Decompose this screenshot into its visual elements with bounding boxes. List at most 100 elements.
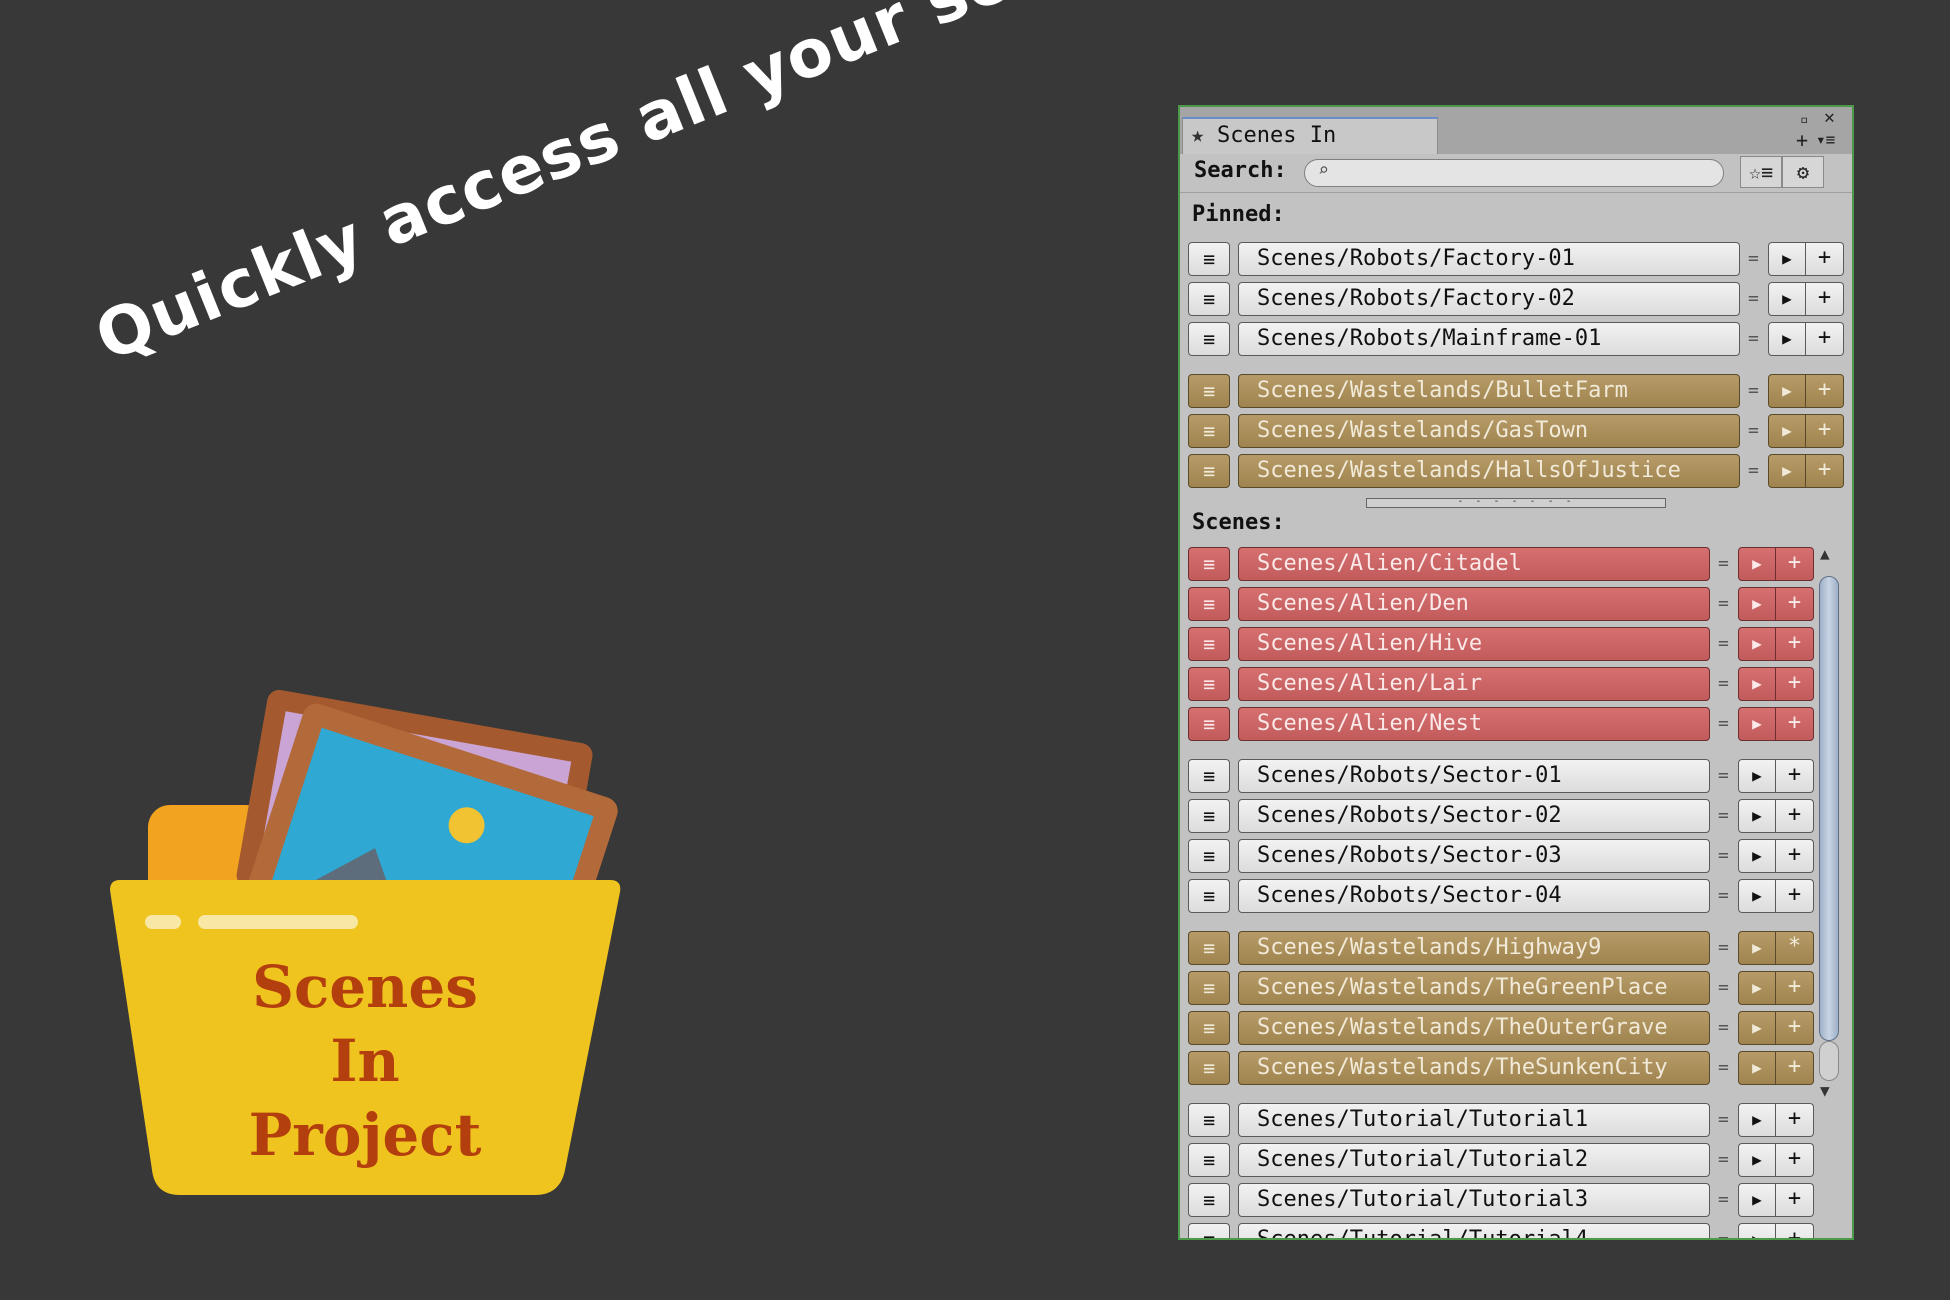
drag-handle-icon[interactable]: =	[1718, 553, 1729, 574]
drag-handle-icon[interactable]: =	[1718, 673, 1729, 694]
add-scene-button[interactable]: +	[1806, 242, 1844, 276]
scene-name-button[interactable]: Scenes/Robots/Factory-02	[1238, 282, 1740, 316]
scene-name-button[interactable]: Scenes/Robots/Sector-02	[1238, 799, 1710, 833]
play-scene-button[interactable]: ▶	[1738, 707, 1776, 741]
scene-menu-button[interactable]: ≡	[1188, 627, 1230, 661]
drag-handle-icon[interactable]: =	[1718, 633, 1729, 654]
close-icon[interactable]: ✕	[1824, 109, 1835, 127]
play-scene-button[interactable]: ▶	[1738, 971, 1776, 1005]
scene-name-button[interactable]: Scenes/Wastelands/TheSunkenCity	[1238, 1051, 1710, 1085]
scene-name-button[interactable]: Scenes/Alien/Citadel	[1238, 547, 1710, 581]
add-scene-button[interactable]: +	[1776, 587, 1814, 621]
drag-handle-icon[interactable]: =	[1718, 713, 1729, 734]
add-scene-button[interactable]: +	[1776, 627, 1814, 661]
window-tab[interactable]: ★ Scenes In Project	[1182, 117, 1438, 181]
scene-name-button[interactable]: Scenes/Wastelands/Highway9	[1238, 931, 1710, 965]
scene-name-button[interactable]: Scenes/Robots/Mainframe-01	[1238, 322, 1740, 356]
scene-name-button[interactable]: Scenes/Wastelands/GasTown	[1238, 414, 1740, 448]
play-scene-button[interactable]: ▶	[1768, 374, 1806, 408]
scene-menu-button[interactable]: ≡	[1188, 242, 1230, 276]
play-scene-button[interactable]: ▶	[1738, 839, 1776, 873]
scene-menu-button[interactable]: ≡	[1188, 282, 1230, 316]
play-scene-button[interactable]: ▶	[1738, 799, 1776, 833]
drag-handle-icon[interactable]: =	[1748, 460, 1759, 481]
scene-name-button[interactable]: Scenes/Robots/Factory-01	[1238, 242, 1740, 276]
scene-menu-button[interactable]: ≡	[1188, 799, 1230, 833]
add-scene-button[interactable]: +	[1776, 839, 1814, 873]
add-scene-button[interactable]: +	[1776, 707, 1814, 741]
play-scene-button[interactable]: ▶	[1738, 667, 1776, 701]
scene-name-button[interactable]: Scenes/Wastelands/TheGreenPlace	[1238, 971, 1710, 1005]
search-input[interactable]	[1304, 159, 1724, 187]
add-scene-button[interactable]: +	[1776, 667, 1814, 701]
play-scene-button[interactable]: ▶	[1768, 242, 1806, 276]
window-menu-icon[interactable]: ▾≡	[1816, 131, 1835, 149]
scene-menu-button[interactable]: ≡	[1188, 931, 1230, 965]
play-scene-button[interactable]: ▶	[1738, 879, 1776, 913]
drag-handle-icon[interactable]: =	[1718, 805, 1729, 826]
drag-handle-icon[interactable]: =	[1718, 937, 1729, 958]
scene-menu-button[interactable]: ≡	[1188, 707, 1230, 741]
maximize-icon[interactable]: ▫	[1800, 111, 1808, 129]
scene-name-button[interactable]: Scenes/Tutorial/Tutorial1	[1238, 1103, 1710, 1137]
drag-handle-icon[interactable]: =	[1748, 420, 1759, 441]
scene-name-button[interactable]: Scenes/Alien/Nest	[1238, 707, 1710, 741]
scene-menu-button[interactable]: ≡	[1188, 1103, 1230, 1137]
add-scene-button[interactable]: +	[1776, 879, 1814, 913]
scrollbar-track[interactable]	[1819, 1041, 1839, 1081]
scene-name-button[interactable]: Scenes/Alien/Hive	[1238, 627, 1710, 661]
scene-name-button[interactable]: Scenes/Robots/Sector-03	[1238, 839, 1710, 873]
scrollbar-thumb[interactable]	[1819, 576, 1839, 1041]
play-scene-button[interactable]: ▶	[1738, 1183, 1776, 1217]
add-scene-button[interactable]: +	[1776, 1011, 1814, 1045]
drag-handle-icon[interactable]: =	[1718, 1017, 1729, 1038]
drag-handle-icon[interactable]: =	[1748, 328, 1759, 349]
drag-handle-icon[interactable]: =	[1748, 248, 1759, 269]
play-scene-button[interactable]: ▶	[1768, 322, 1806, 356]
drag-handle-icon[interactable]: =	[1718, 1109, 1729, 1130]
scene-menu-button[interactable]: ≡	[1188, 839, 1230, 873]
play-scene-button[interactable]: ▶	[1768, 454, 1806, 488]
play-scene-button[interactable]: ▶	[1738, 547, 1776, 581]
play-scene-button[interactable]: ▶	[1738, 1103, 1776, 1137]
scene-name-button[interactable]: Scenes/Tutorial/Tutorial3	[1238, 1183, 1710, 1217]
scene-menu-button[interactable]: ≡	[1188, 1011, 1230, 1045]
scene-menu-button[interactable]: ≡	[1188, 454, 1230, 488]
drag-handle-icon[interactable]: =	[1718, 1057, 1729, 1078]
add-scene-button[interactable]: +	[1776, 547, 1814, 581]
add-scene-button[interactable]: +	[1776, 1183, 1814, 1217]
drag-handle-icon[interactable]: =	[1718, 765, 1729, 786]
play-scene-button[interactable]: ▶	[1738, 931, 1776, 965]
drag-handle-icon[interactable]: =	[1718, 1229, 1729, 1238]
drag-handle-icon[interactable]: =	[1718, 977, 1729, 998]
add-scene-button[interactable]: +	[1806, 322, 1844, 356]
play-scene-button[interactable]: ▶	[1768, 414, 1806, 448]
drag-handle-icon[interactable]: =	[1718, 1189, 1729, 1210]
add-tab-icon[interactable]: +	[1796, 130, 1808, 150]
scroll-up-arrow-icon[interactable]: ▲	[1820, 544, 1830, 563]
scene-list-scrollbar[interactable]: ▲ ▼	[1816, 544, 1842, 1238]
add-scene-button[interactable]: +	[1806, 374, 1844, 408]
add-scene-button[interactable]: *	[1776, 931, 1814, 965]
play-scene-button[interactable]: ▶	[1738, 1223, 1776, 1238]
add-scene-button[interactable]: +	[1776, 1223, 1814, 1238]
add-scene-button[interactable]: +	[1806, 454, 1844, 488]
drag-handle-icon[interactable]: =	[1718, 885, 1729, 906]
scene-name-button[interactable]: Scenes/Wastelands/BulletFarm	[1238, 374, 1740, 408]
add-scene-button[interactable]: +	[1776, 799, 1814, 833]
play-scene-button[interactable]: ▶	[1738, 1011, 1776, 1045]
scene-menu-button[interactable]: ≡	[1188, 1051, 1230, 1085]
drag-handle-icon[interactable]: =	[1718, 845, 1729, 866]
scroll-down-arrow-icon[interactable]: ▼	[1820, 1081, 1830, 1100]
drag-handle-icon[interactable]: =	[1748, 380, 1759, 401]
scene-menu-button[interactable]: ≡	[1188, 759, 1230, 793]
scene-menu-button[interactable]: ≡	[1188, 414, 1230, 448]
drag-handle-icon[interactable]: =	[1718, 593, 1729, 614]
scene-name-button[interactable]: Scenes/Tutorial/Tutorial4	[1238, 1223, 1710, 1238]
scene-menu-button[interactable]: ≡	[1188, 374, 1230, 408]
scene-name-button[interactable]: Scenes/Alien/Lair	[1238, 667, 1710, 701]
scene-menu-button[interactable]: ≡	[1188, 587, 1230, 621]
scene-menu-button[interactable]: ≡	[1188, 1143, 1230, 1177]
add-scene-button[interactable]: +	[1776, 971, 1814, 1005]
add-scene-button[interactable]: +	[1776, 1143, 1814, 1177]
